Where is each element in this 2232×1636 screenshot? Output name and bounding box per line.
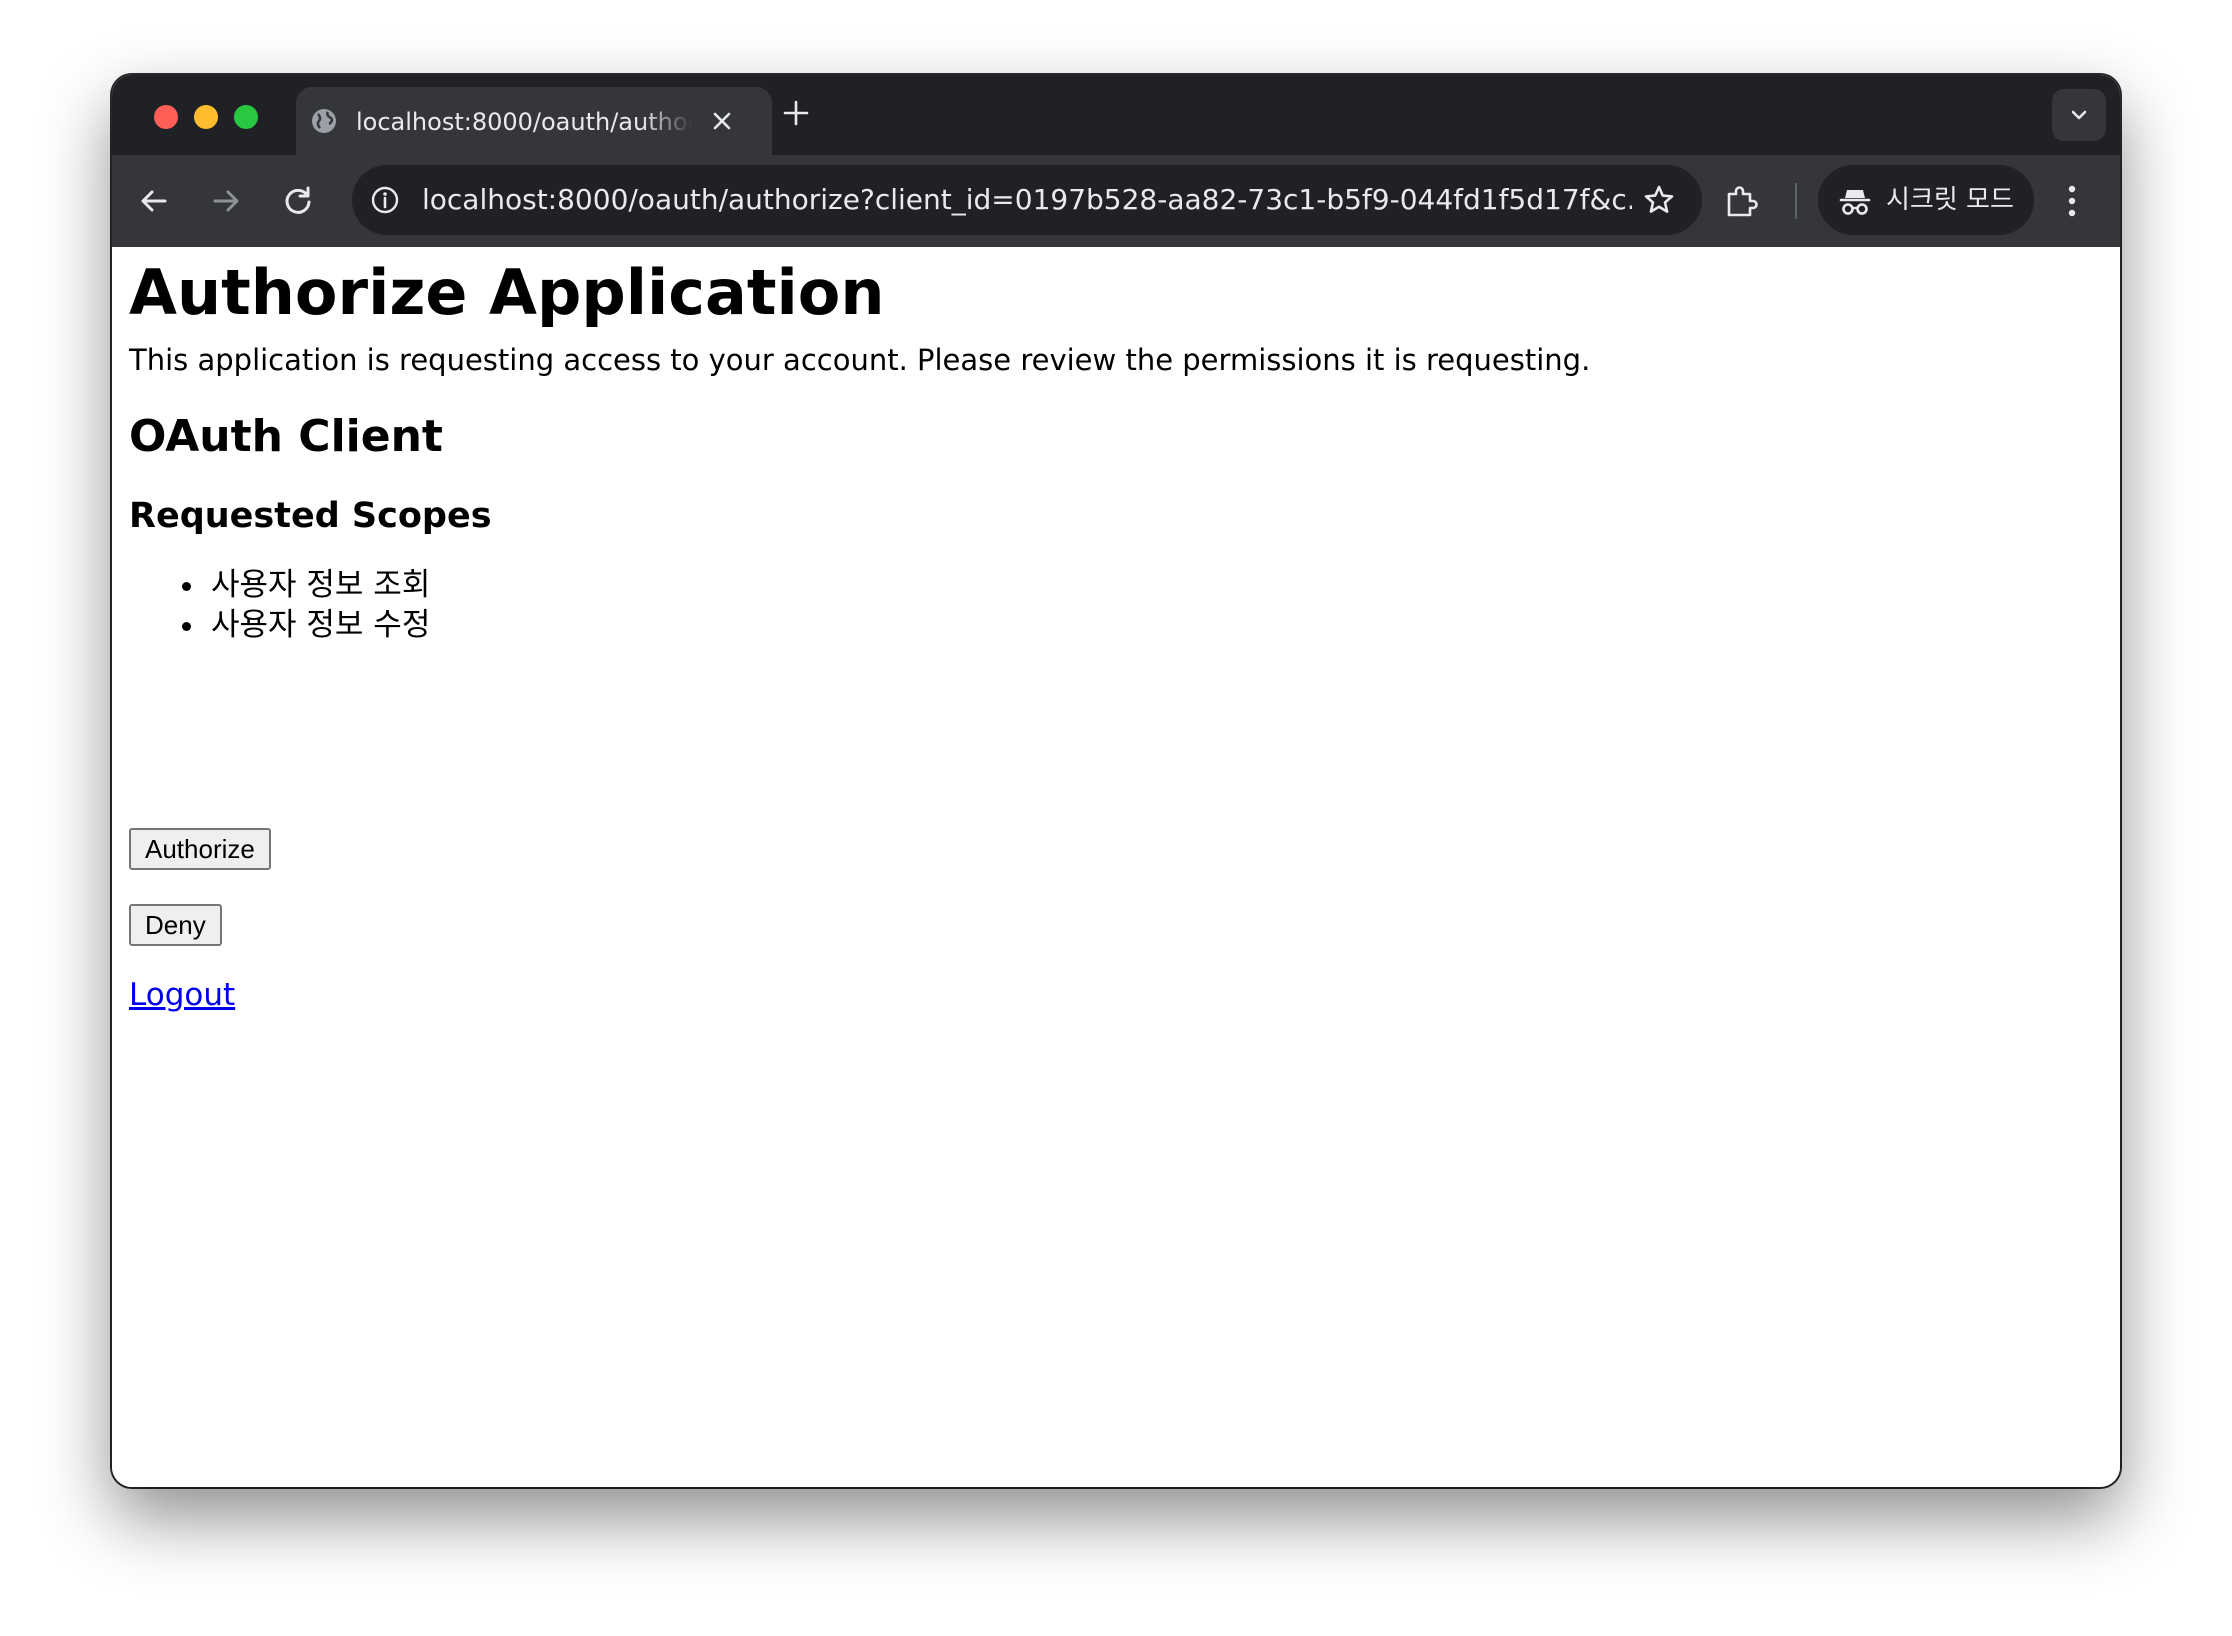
browser-toolbar: localhost:8000/oauth/authorize?client_id… [112, 155, 2120, 247]
browser-window: localhost:8000/oauth/authorize?client_id… [112, 75, 2120, 1487]
globe-icon [310, 107, 338, 135]
zoom-window-button[interactable] [234, 105, 258, 129]
forward-arrow-icon[interactable] [208, 183, 244, 219]
close-icon[interactable] [710, 109, 734, 133]
plus-icon[interactable] [782, 99, 810, 127]
incognito-indicator[interactable]: 시크릿 모드 [1818, 165, 2034, 235]
authorize-button[interactable]: Authorize [129, 828, 271, 870]
page-title: Authorize Application [129, 256, 885, 329]
url-text[interactable]: localhost:8000/oauth/authorize?client_id… [422, 183, 1632, 217]
page-content: Authorize Application This application i… [112, 247, 2120, 1487]
logout-link[interactable]: Logout [129, 975, 235, 1015]
tab-search-button[interactable] [2052, 89, 2106, 141]
minimize-window-button[interactable] [194, 105, 218, 129]
scopes-heading: Requested Scopes [129, 496, 492, 536]
more-menu-icon[interactable] [2066, 181, 2078, 221]
address-bar[interactable]: localhost:8000/oauth/authorize?client_id… [352, 165, 1702, 235]
back-arrow-icon[interactable] [136, 183, 172, 219]
close-window-button[interactable] [154, 105, 178, 129]
incognito-label: 시크릿 모드 [1886, 185, 2014, 215]
client-name: OAuth Client [129, 411, 443, 462]
scope-list: 사용자 정보 조회 사용자 정보 수정 [129, 565, 430, 645]
toolbar-divider [1795, 183, 1797, 219]
deny-button[interactable]: Deny [129, 904, 222, 946]
scope-item: 사용자 정보 조회 [129, 565, 430, 605]
incognito-icon [1838, 184, 1872, 218]
star-icon[interactable] [1642, 183, 1676, 217]
active-tab[interactable]: localhost:8000/oauth/authorize?client_id… [296, 87, 772, 155]
tab-title: localhost:8000/oauth/authorize?client_id… [356, 108, 692, 136]
tab-strip: localhost:8000/oauth/authorize?client_id… [112, 75, 2120, 155]
info-icon[interactable] [370, 185, 400, 215]
extensions-icon[interactable] [1722, 183, 1760, 221]
intro-text: This application is requesting access to… [129, 343, 1591, 377]
reload-icon[interactable] [280, 183, 316, 219]
scope-item: 사용자 정보 수정 [129, 605, 430, 645]
